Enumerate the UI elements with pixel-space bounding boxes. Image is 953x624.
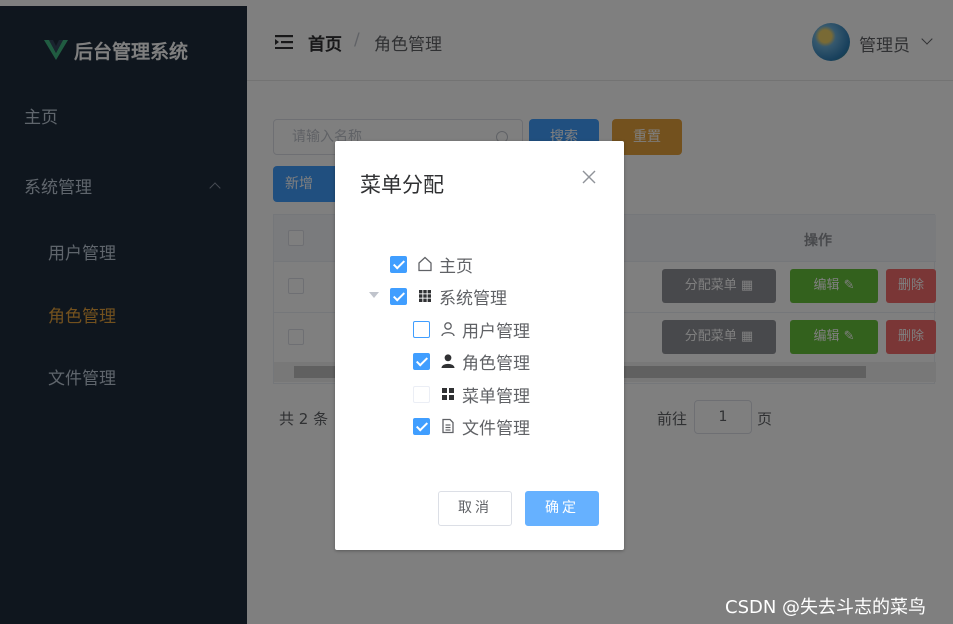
confirm-button[interactable]: 确定 — [525, 491, 599, 526]
home-icon — [418, 256, 432, 272]
user-solid-icon — [441, 354, 455, 368]
close-icon[interactable] — [581, 169, 597, 185]
document-icon — [442, 418, 454, 434]
tree-node-home[interactable]: 主页 — [390, 252, 473, 277]
tree-node-label: 角色管理 — [462, 353, 530, 374]
menu-grid-icon — [442, 388, 454, 400]
tree-node-label: 用户管理 — [462, 321, 530, 342]
tree-node-roles[interactable]: 角色管理 — [413, 349, 530, 374]
tree-checkbox[interactable] — [413, 417, 430, 435]
tree-node-menus[interactable]: 菜单管理 — [413, 382, 530, 407]
tree-node-users[interactable]: 用户管理 — [413, 317, 530, 342]
tree-node-system[interactable]: 系统管理 — [390, 284, 507, 309]
user-outline-icon — [441, 322, 455, 337]
tree-node-label: 文件管理 — [462, 418, 530, 439]
caret-down-icon[interactable] — [369, 292, 379, 298]
dialog-title: 菜单分配 — [360, 173, 444, 197]
tree-node-files[interactable]: 文件管理 — [413, 414, 530, 439]
cancel-button[interactable]: 取消 — [438, 491, 512, 526]
watermark: CSDN @失去斗志的菜鸟 — [725, 597, 927, 618]
tree-checkbox[interactable] — [413, 385, 430, 403]
tree-node-label: 主页 — [439, 256, 473, 277]
grid-icon — [419, 290, 431, 302]
tree-checkbox[interactable] — [413, 320, 430, 338]
tree-checkbox[interactable] — [390, 255, 407, 273]
menu-assign-dialog: 菜单分配 主页 系统管理 用户管理 角色管理 菜单管理 文件管理 取消 确定 — [335, 141, 624, 550]
tree-node-label: 系统管理 — [439, 288, 507, 309]
tree-checkbox[interactable] — [390, 287, 407, 305]
tree-node-label: 菜单管理 — [462, 386, 530, 407]
tree-checkbox[interactable] — [413, 352, 430, 370]
